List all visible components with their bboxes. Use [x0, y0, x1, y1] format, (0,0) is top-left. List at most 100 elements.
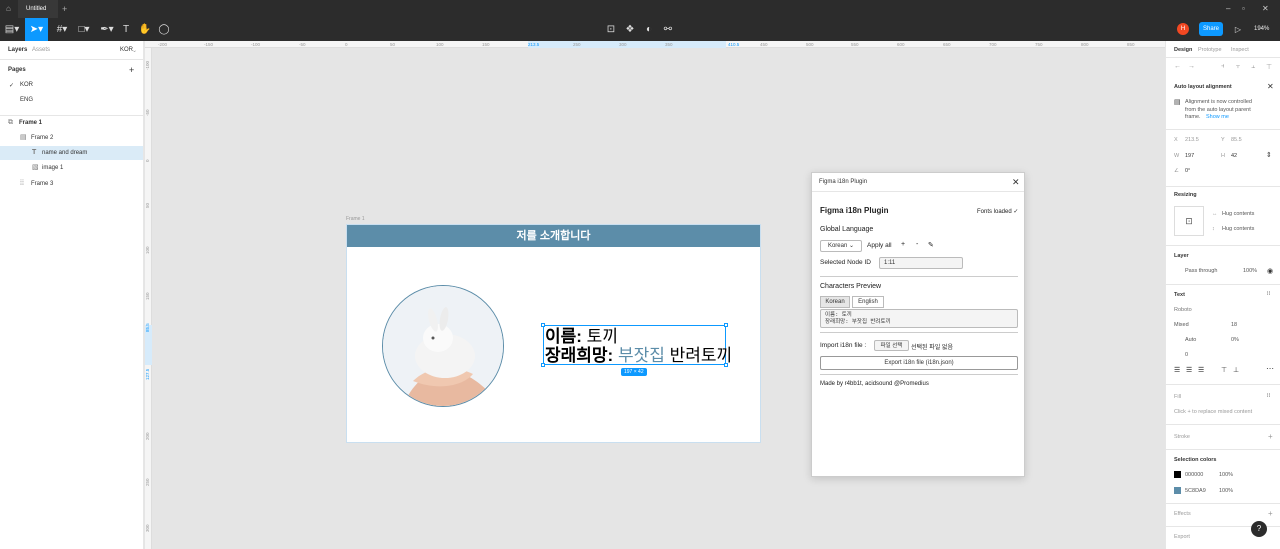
add-page-icon[interactable]: +	[129, 65, 134, 75]
frame-label[interactable]: Frame 1	[346, 216, 365, 222]
export-button[interactable]: Export i18n file (i18n.json)	[820, 356, 1018, 370]
vertical-align-top-icon[interactable]: ⊤	[1221, 366, 1227, 374]
comment-tool-icon[interactable]: ◯	[157, 18, 171, 41]
close-icon[interactable]: ✕	[1267, 82, 1274, 91]
color-swatch[interactable]	[1174, 487, 1181, 494]
frame-tool-icon[interactable]: #▾	[52, 18, 72, 41]
show-me-link[interactable]: Show me	[1206, 114, 1229, 120]
crop-icon[interactable]: ⊡	[604, 18, 618, 41]
color-hex[interactable]: 000000	[1185, 472, 1203, 478]
apply-all-button[interactable]: Apply all	[867, 242, 892, 249]
close-icon[interactable]: ✕	[1012, 177, 1020, 188]
frame-header[interactable]: 저를 소개합니다	[347, 225, 760, 247]
zoom-level[interactable]: 194%	[1254, 18, 1269, 41]
maximize-icon[interactable]: ▫	[1242, 0, 1245, 18]
home-icon[interactable]: ⌂	[6, 5, 14, 13]
page-item-kor[interactable]: KOR	[20, 82, 33, 88]
font-family-select[interactable]: Roboto	[1174, 307, 1192, 313]
font-weight-select[interactable]: Mixed	[1174, 322, 1189, 328]
plugin-titlebar[interactable]: Figma i18n Plugin	[812, 173, 1024, 192]
rotation-field[interactable]: 0°	[1185, 168, 1190, 174]
layer-frame-1[interactable]: ⧉ Frame 1	[0, 116, 143, 130]
pen-tool-icon[interactable]: ✒▾	[97, 18, 117, 41]
resize-handle[interactable]	[541, 323, 545, 327]
help-icon[interactable]: ?	[1251, 521, 1267, 537]
line-height-field[interactable]: Auto	[1185, 337, 1196, 343]
play-icon[interactable]: ▷	[1232, 18, 1244, 41]
fill-styles-icon[interactable]: ⁞⁞	[1267, 393, 1270, 399]
align-left-icon[interactable]: ⫞	[1221, 63, 1225, 71]
align-right-icon[interactable]: ⫠	[1251, 63, 1255, 71]
minimize-icon[interactable]: –	[1226, 0, 1230, 18]
share-button[interactable]: Share	[1199, 22, 1223, 36]
color-swatch[interactable]	[1174, 471, 1181, 478]
layer-name-and-dream[interactable]: T name and dream	[0, 146, 143, 160]
text-styles-icon[interactable]: ⁞⁞	[1267, 291, 1270, 297]
text-align-right-icon[interactable]: ☰	[1198, 366, 1204, 374]
color-opacity[interactable]: 100%	[1219, 472, 1233, 478]
new-tab-icon[interactable]: +	[62, 0, 67, 18]
layer-frame-3[interactable]: ⁞⁞ Frame 3	[0, 177, 143, 191]
shape-tool-icon[interactable]: □▾	[74, 18, 94, 41]
tab-design[interactable]: Design	[1174, 47, 1192, 53]
hug-height-select[interactable]: Hug contents	[1222, 226, 1254, 232]
language-select[interactable]: Korean ⌄	[820, 240, 862, 252]
hug-width-select[interactable]: Hug contents	[1222, 211, 1254, 217]
arrow-left-icon[interactable]: ←	[1174, 63, 1181, 70]
resize-handle[interactable]	[724, 363, 728, 367]
x-field[interactable]: 213.5	[1185, 137, 1199, 143]
close-window-icon[interactable]: ✕	[1262, 0, 1269, 18]
add-stroke-icon[interactable]: +	[1268, 432, 1273, 441]
w-field[interactable]: 197	[1185, 153, 1194, 159]
remove-icon[interactable]: -	[916, 241, 918, 248]
resize-handle[interactable]	[541, 363, 545, 367]
tab-layers[interactable]: Layers	[8, 47, 27, 53]
edit-icon[interactable]: ✎	[928, 241, 934, 249]
chevron-down-icon[interactable]: ⌄	[132, 47, 137, 54]
resizing-diagram-icon[interactable]: ⊡	[1174, 206, 1204, 236]
text-tool-icon[interactable]: T	[119, 18, 133, 41]
component-icon[interactable]: ❖	[623, 18, 637, 41]
avatar[interactable]: H	[1177, 23, 1189, 35]
eye-icon[interactable]: ◉	[1267, 267, 1273, 275]
text-align-center-icon[interactable]: ☰	[1186, 366, 1192, 374]
page-item-eng[interactable]: ENG	[20, 97, 33, 103]
add-effect-icon[interactable]: +	[1268, 509, 1273, 518]
color-opacity[interactable]: 100%	[1219, 488, 1233, 494]
tab-english[interactable]: English	[852, 296, 884, 308]
letter-spacing-field[interactable]: 0%	[1231, 337, 1239, 343]
rabbit-image[interactable]	[382, 285, 504, 407]
tab-assets[interactable]: Assets	[32, 47, 50, 53]
more-options-icon[interactable]: ⋯	[1266, 364, 1274, 373]
text-align-left-icon[interactable]: ☰	[1174, 366, 1180, 374]
tab-prototype[interactable]: Prototype	[1198, 47, 1222, 53]
paragraph-spacing-field[interactable]: 0	[1185, 352, 1188, 358]
layer-frame-2[interactable]: ▤ Frame 2	[0, 131, 143, 145]
name-and-dream-text[interactable]: 이름: 토끼 장래희망: 부잣집 반려토끼	[541, 323, 732, 367]
layer-image-1[interactable]: ▧ image 1	[0, 161, 143, 175]
selected-node-field[interactable]: 1:11	[879, 257, 963, 269]
contrast-icon[interactable]: ◐	[642, 18, 656, 41]
link-icon[interactable]: ⚯	[661, 18, 675, 41]
color-hex[interactable]: 5C8DA9	[1185, 488, 1206, 494]
tab-inspect[interactable]: Inspect	[1231, 47, 1249, 53]
resize-handle[interactable]	[724, 323, 728, 327]
hand-tool-icon[interactable]: ✋	[138, 18, 152, 41]
tab-korean[interactable]: Korean	[820, 296, 850, 308]
file-choose-button[interactable]: 파일 선택	[874, 340, 909, 351]
characters-preview-textarea[interactable]: 이름: 토끼 장래희망: 부잣집 반려토끼	[820, 309, 1018, 328]
layer-opacity-field[interactable]: 100%	[1243, 268, 1257, 274]
move-tool-icon[interactable]: ➤▾	[25, 18, 48, 41]
arrow-right-icon[interactable]: →	[1188, 63, 1195, 70]
font-size-field[interactable]: 18	[1231, 322, 1237, 328]
add-icon[interactable]: +	[901, 241, 905, 248]
design-frame[interactable]: 저를 소개합니다 이름: 토끼 장래희망: 부잣집 반려토끼 197 × 42	[346, 224, 761, 443]
blend-mode-select[interactable]: Pass through	[1185, 268, 1217, 274]
align-center-icon[interactable]: ⫟	[1236, 63, 1240, 71]
y-field[interactable]: 85.5	[1231, 137, 1242, 143]
constrain-proportions-icon[interactable]: ⇕	[1266, 151, 1272, 159]
align-top-icon[interactable]: ⊤	[1266, 63, 1272, 71]
file-tab[interactable]: Untitled	[18, 0, 58, 18]
main-menu-icon[interactable]: ▤▾	[0, 18, 24, 41]
h-field[interactable]: 42	[1231, 153, 1237, 159]
